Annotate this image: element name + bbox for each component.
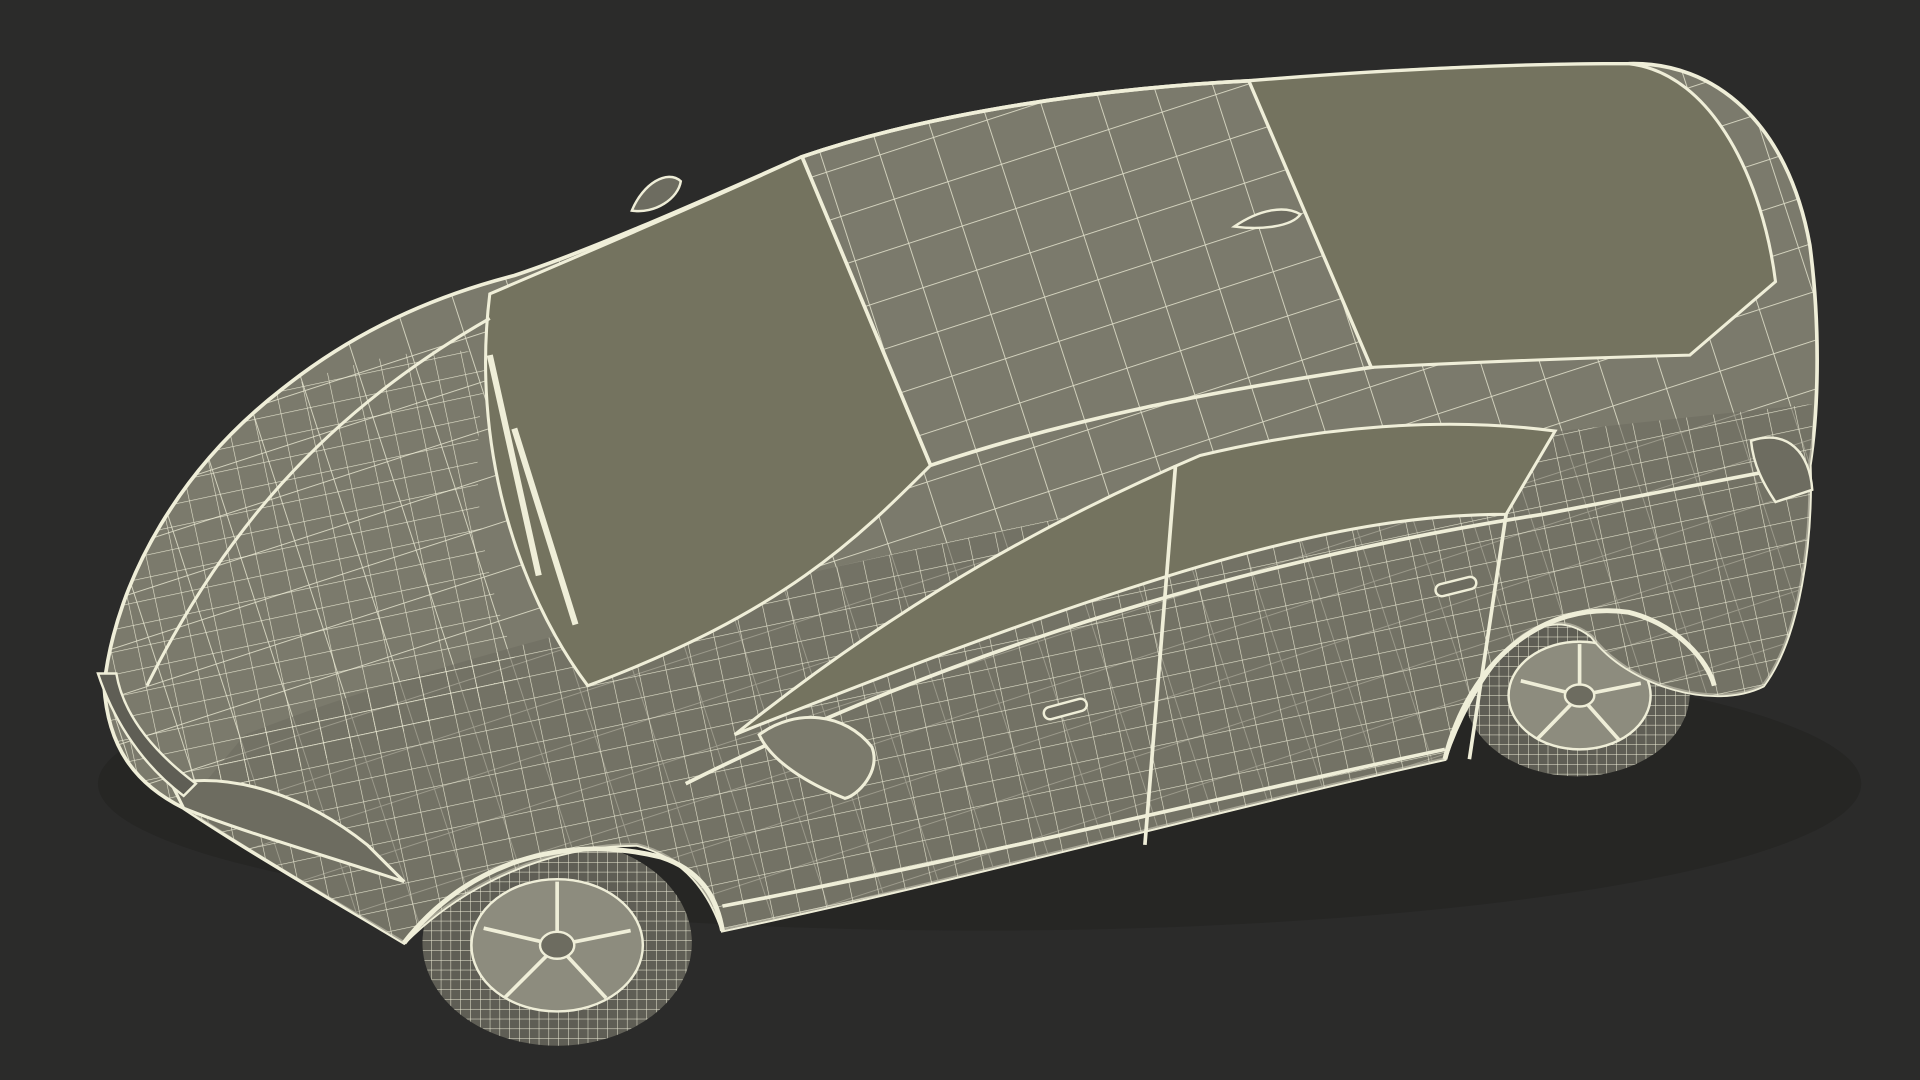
car-wireframe-render <box>96 61 1862 1046</box>
top-mirror <box>630 175 683 213</box>
